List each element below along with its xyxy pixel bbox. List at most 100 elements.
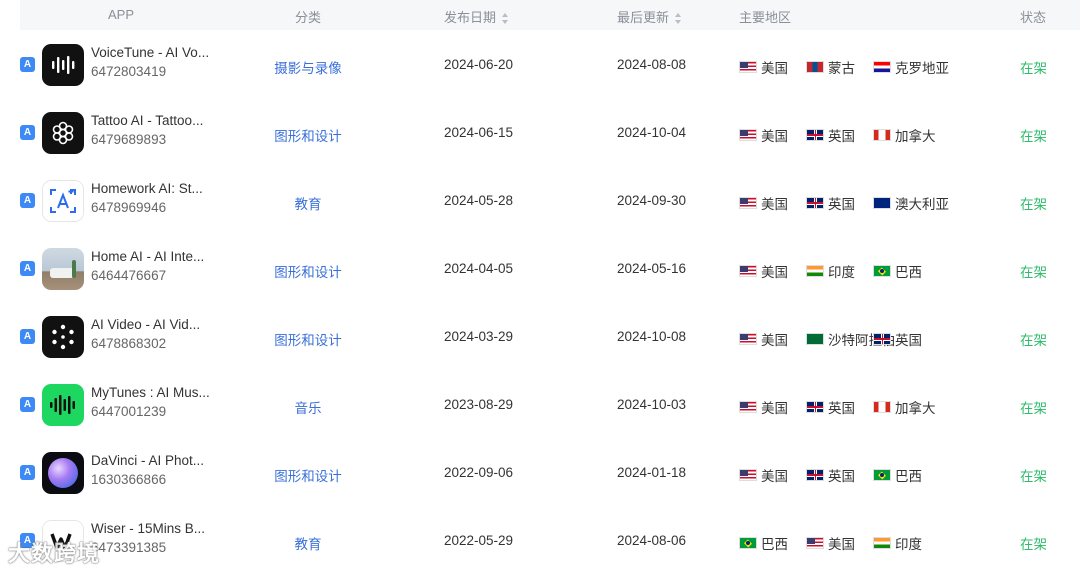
table-row[interactable]: A DaVinci - AI Phot... 1630366866 图形和设计 2022… [0,439,1080,507]
app-id: 6478868302 [91,336,167,351]
category-link[interactable]: 摄影与录像 [230,57,386,77]
table-header: APP 分类 发布日期 最后更新 主要地区 状态 [20,0,1080,30]
region-item: 印度 [873,533,922,553]
app-name[interactable]: Tattoo AI - Tattoo... [91,113,203,128]
header-status: 状态 [1020,10,1047,25]
region-item: 美国 [739,261,788,281]
table-row[interactable]: A Tattoo AI - Tattoo... 6479689893 图形和设计 202… [0,99,1080,167]
flag-sa-icon [806,333,824,345]
last-update-date: 2024-10-03 [617,397,687,412]
flag-us-icon [739,61,757,73]
status-badge: 在架 [1020,469,1047,484]
header-last-update[interactable]: 最后更新 [617,7,682,26]
last-update-date: 2024-10-04 [617,125,687,140]
last-update-date: 2024-08-08 [617,57,687,72]
flag-br-icon [873,265,891,277]
region-label: 加拿大 [895,401,936,416]
region-item: 美国 [739,329,788,349]
region-item: 美国 [739,397,788,417]
flag-gb-icon [806,197,824,209]
region-label: 克罗地亚 [895,61,949,76]
flag-br-icon [739,537,757,549]
app-name[interactable]: DaVinci - AI Phot... [91,453,204,468]
app-name[interactable]: Home AI - AI Inte... [91,249,204,264]
app-name[interactable]: Homework AI: St... [91,181,203,196]
app-icon[interactable] [42,384,84,426]
header-release-date[interactable]: 发布日期 [444,7,509,26]
region-label: 美国 [828,537,855,552]
last-update-date: 2024-09-30 [617,193,687,208]
release-date: 2024-05-28 [444,193,514,208]
region-label: 英国 [828,469,855,484]
last-update-date: 2024-10-08 [617,329,687,344]
region-label: 蒙古 [828,61,855,76]
last-update-date: 2024-01-18 [617,465,687,480]
app-store-icon[interactable]: A [20,57,35,72]
sort-icon[interactable] [675,13,682,25]
category-link[interactable]: 教育 [230,193,386,213]
app-icon[interactable] [42,452,84,494]
region-label: 美国 [761,333,788,348]
app-icon[interactable] [42,316,84,358]
region-item: 英国 [806,125,855,145]
region-label: 美国 [761,197,788,212]
table-row[interactable]: A AI Video - AI Vid... 6478868302 图形和设计 2024… [0,303,1080,371]
app-store-icon[interactable]: A [20,397,35,412]
table-row[interactable]: A Wiser - 15Mins B... 6473391385 教育 2022-05-… [0,507,1080,573]
region-label: 美国 [761,61,788,76]
app-name[interactable]: Wiser - 15Mins B... [91,521,205,536]
status-badge: 在架 [1020,197,1047,212]
region-label: 巴西 [895,469,922,484]
flag-us-icon [739,469,757,481]
header-app: APP [108,7,135,22]
app-icon[interactable] [42,248,84,290]
region-item: 英国 [873,329,922,349]
watermark: 大数跨境 [8,541,101,566]
app-id: 6464476667 [91,268,167,283]
app-name[interactable]: VoiceTune - AI Vo... [91,45,209,60]
status-badge: 在架 [1020,61,1047,76]
region-label: 巴西 [895,265,922,280]
region-item: 加拿大 [873,397,936,417]
app-store-icon[interactable]: A [20,329,35,344]
flag-us-icon [806,537,824,549]
category-link[interactable]: 教育 [230,533,386,553]
app-id: 6478969946 [91,200,167,215]
app-name[interactable]: AI Video - AI Vid... [91,317,200,332]
region-label: 美国 [761,129,788,144]
table-row[interactable]: A Homework AI: St... 6478969946 教育 2024-05-2… [0,167,1080,235]
region-item: 英国 [806,193,855,213]
sort-icon[interactable] [502,13,509,25]
status-badge: 在架 [1020,401,1047,416]
flag-ca-icon [873,129,891,141]
app-store-icon[interactable]: A [20,465,35,480]
app-name[interactable]: MyTunes : AI Mus... [91,385,210,400]
table-row[interactable]: A Home AI - AI Inte... 6464476667 图形和设计 2024… [0,235,1080,303]
region-label: 美国 [761,265,788,280]
category-link[interactable]: 图形和设计 [230,329,386,349]
release-date: 2024-03-29 [444,329,514,344]
region-item: 蒙古 [806,57,855,77]
flag-in-icon [806,265,824,277]
category-link[interactable]: 图形和设计 [230,125,386,145]
app-store-icon[interactable]: A [20,261,35,276]
category-link[interactable]: 音乐 [230,397,386,417]
region-label: 美国 [761,469,788,484]
release-date: 2022-05-29 [444,533,514,548]
flag-us-icon [739,401,757,413]
app-icon[interactable] [42,180,84,222]
region-item: 印度 [806,261,855,281]
flag-us-icon [739,265,757,277]
app-id: 6472803419 [91,64,167,79]
category-link[interactable]: 图形和设计 [230,465,386,485]
flag-gb-icon [806,129,824,141]
region-item: 美国 [806,533,855,553]
table-row[interactable]: A VoiceTune - AI Vo... 6472803419 摄影与录像 2024… [0,31,1080,99]
region-item: 澳大利亚 [873,193,949,213]
app-store-icon[interactable]: A [20,125,35,140]
app-icon[interactable] [42,112,84,154]
app-icon[interactable] [42,44,84,86]
app-store-icon[interactable]: A [20,193,35,208]
category-link[interactable]: 图形和设计 [230,261,386,281]
table-row[interactable]: A MyTunes : AI Mus... 6447001239 音乐 2023-08-… [0,371,1080,439]
